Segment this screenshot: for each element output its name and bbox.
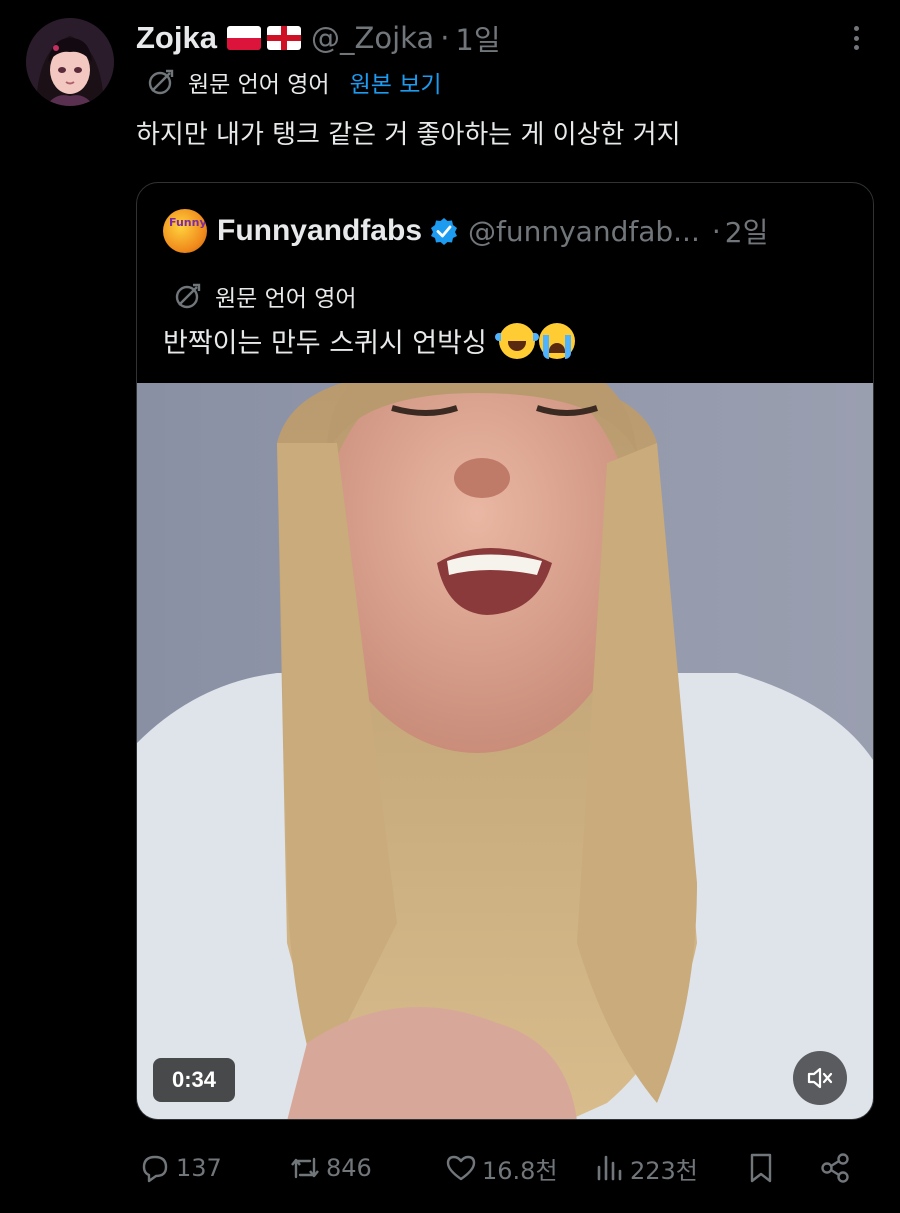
quoted-text-row: 반짝이는 만두 스퀴시 언박싱 xyxy=(163,321,575,360)
muted-speaker-icon xyxy=(807,1067,833,1089)
translation-note: 원문 언어 영어 xyxy=(188,72,330,98)
more-dot-icon xyxy=(853,26,859,31)
more-dot-icon xyxy=(853,35,859,41)
verified-badge-icon xyxy=(431,218,458,245)
repost-count: 846 xyxy=(326,1154,372,1182)
reply-icon xyxy=(142,1155,168,1183)
bookmark-icon xyxy=(750,1153,772,1183)
quoted-display-name[interactable]: Funnyandfabs xyxy=(217,214,422,248)
heart-icon xyxy=(446,1155,476,1181)
england-flag-icon xyxy=(266,26,301,50)
unmute-button[interactable] xyxy=(793,1051,847,1105)
video-player[interactable]: PUFF 0:34 xyxy=(137,383,873,1119)
author-handle[interactable]: @_Zojka xyxy=(311,21,434,55)
post-timestamp[interactable]: 1일 xyxy=(455,17,500,59)
separator-dot: · xyxy=(440,21,450,55)
quoted-text: 반짝이는 만두 스퀴시 언박싱 xyxy=(163,328,487,359)
quoted-timestamp[interactable]: 2일 xyxy=(725,211,769,251)
poland-flag-icon xyxy=(226,26,261,50)
views-chart-icon xyxy=(597,1155,622,1181)
share-button[interactable] xyxy=(818,1140,856,1196)
quoted-header: Funny Fabs Funnyandfabs @funnyandfab... … xyxy=(163,205,768,257)
like-count: 16.8천 xyxy=(482,1156,558,1185)
bookmark-button[interactable] xyxy=(744,1140,782,1196)
more-options-button[interactable] xyxy=(844,22,868,54)
like-button[interactable]: 16.8천 xyxy=(444,1140,558,1196)
reply-count: 137 xyxy=(176,1154,222,1182)
quoted-avatar[interactable]: Funny Fabs xyxy=(163,209,207,253)
video-frame: PUFF xyxy=(137,383,873,1119)
more-dot-icon xyxy=(853,45,859,50)
quoted-avatar-logo-text: Funny Fabs xyxy=(169,216,207,229)
video-duration: 0:34 xyxy=(153,1058,235,1102)
translate-globe-icon xyxy=(175,283,201,309)
post-text: 하지만 내가 탱크 같은 거 좋아하는 게 이상한 거지 xyxy=(136,120,681,150)
view-count: 223천 xyxy=(630,1156,698,1185)
author-display-name[interactable]: Zojka xyxy=(136,20,217,56)
share-icon xyxy=(821,1153,849,1183)
loudly-crying-emoji-icon xyxy=(538,322,575,359)
reply-button[interactable]: 137 xyxy=(138,1140,222,1196)
post-header: Zojka @_Zojka · 1일 xyxy=(136,16,501,60)
author-avatar[interactable] xyxy=(26,18,114,106)
quoted-translation-note: 원문 언어 영어 xyxy=(215,286,357,312)
translation-row: 원문 언어 영어 원본 보기 xyxy=(146,64,442,100)
show-original-link[interactable]: 원본 보기 xyxy=(350,65,442,99)
quoted-handle[interactable]: @funnyandfab... xyxy=(468,215,700,248)
translate-globe-icon xyxy=(148,69,174,95)
laughing-crying-emoji-icon xyxy=(494,322,539,359)
quoted-translation-row: 원문 언어 영어 xyxy=(173,279,357,313)
repost-button[interactable]: 846 xyxy=(288,1140,372,1196)
separator-dot: · xyxy=(711,214,721,248)
repost-icon xyxy=(291,1157,319,1179)
quoted-post[interactable]: Funny Fabs Funnyandfabs @funnyandfab... … xyxy=(136,182,874,1120)
action-bar: 137 846 16.8천 223천 xyxy=(0,1140,900,1196)
views-button[interactable]: 223천 xyxy=(592,1140,698,1196)
post: Zojka @_Zojka · 1일 원문 언어 영어 원본 보기 하지만 내가… xyxy=(0,0,900,1213)
